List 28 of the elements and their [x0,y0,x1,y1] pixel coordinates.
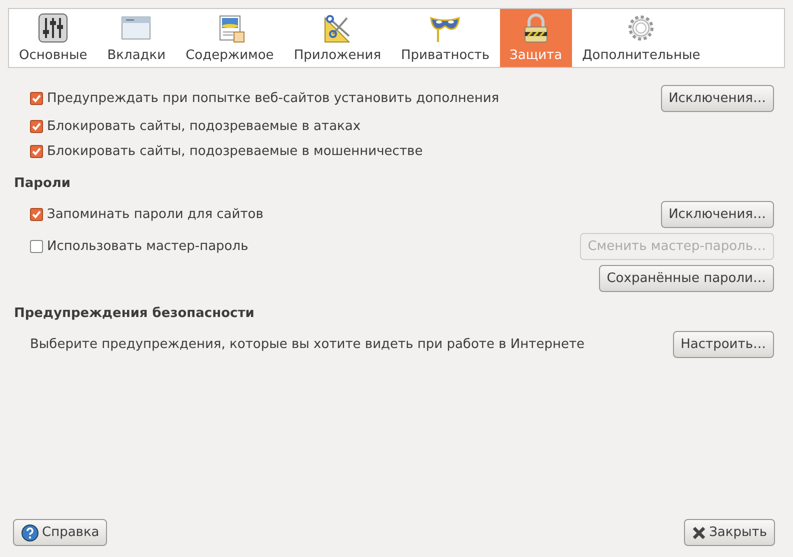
help-icon [21,524,39,542]
help-button[interactable]: Справка [13,519,108,546]
close-button[interactable]: Закрыть [684,519,775,546]
checkbox-label[interactable]: Блокировать сайты, подозреваемые в мошенничестве [47,144,423,159]
checkbox[interactable] [30,92,43,104]
tab[interactable]: Содержимое [176,9,284,67]
dialog-button[interactable]: Исключения… [660,200,774,228]
checkbox-label[interactable]: Запоминать пароли для сайтов [47,206,264,222]
description-text: Выберите предупреждения, которые вы хотите видеть при работе в Интернете [30,336,585,352]
section-heading: Пароли [14,176,71,190]
tab[interactable]: Дополнительные [572,9,710,67]
dialog-button[interactable]: Настроить… [672,330,774,358]
checkbox[interactable] [30,145,43,158]
tab[interactable]: Приватность [391,9,500,67]
tab[interactable]: Приложения [284,9,392,67]
checkbox[interactable] [30,240,43,252]
sliders-icon [37,12,70,44]
checkbox-label[interactable]: Предупреждать при попытке веб-сайтов установить дополнения [47,90,500,106]
checkbox[interactable] [30,208,43,220]
dialog-button[interactable]: Исключения… [660,84,774,112]
checkbox-label[interactable]: Блокировать сайты, подозреваемые в атаках [47,119,361,134]
section-heading: Предупреждения безопасности [14,306,254,320]
tab[interactable]: Вкладки [97,9,176,67]
dialog-button[interactable]: Сохранённые пароли… [598,264,774,292]
checkbox[interactable] [30,120,43,133]
checkbox-label[interactable]: Использовать мастер-пароль [47,238,248,254]
tab[interactable]: Основные [9,9,98,67]
close-icon [692,526,706,540]
